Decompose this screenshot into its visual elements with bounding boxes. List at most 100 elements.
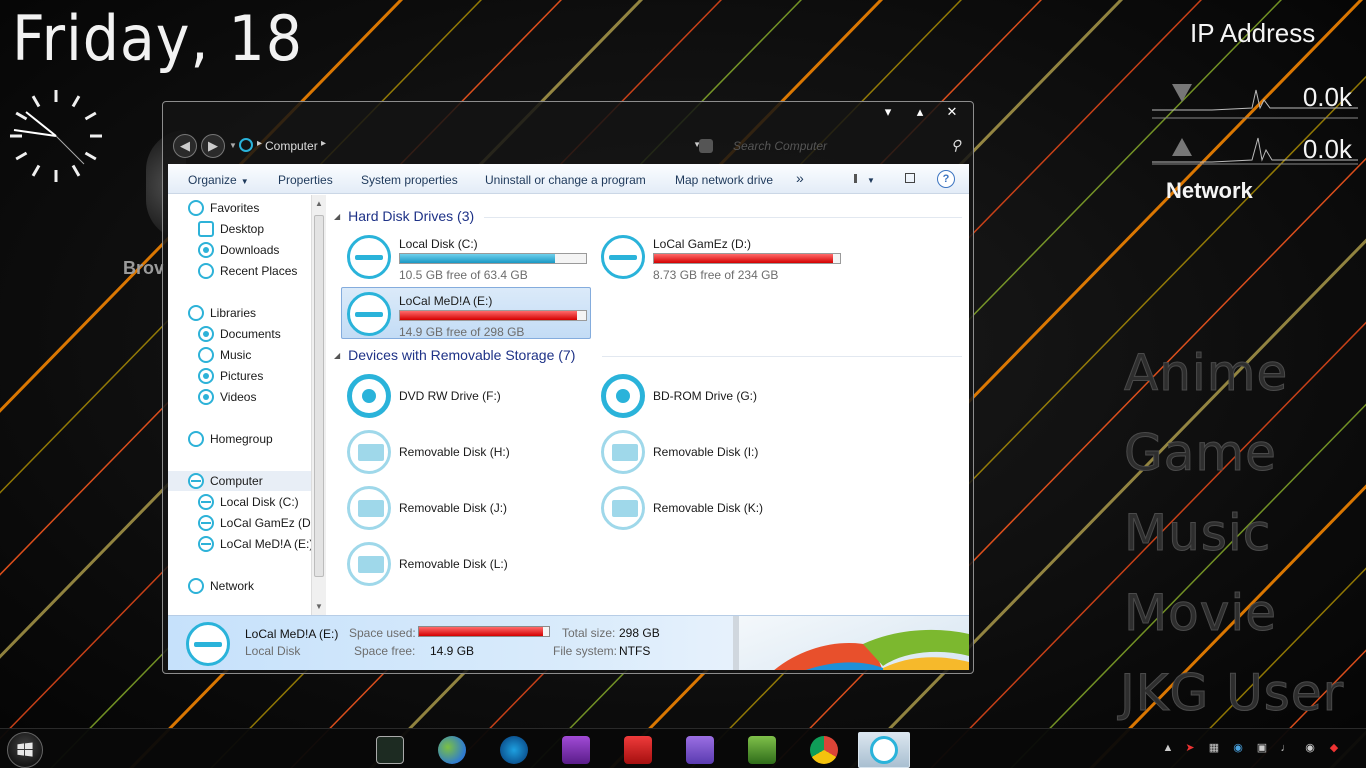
- action-center-icon[interactable]: ▦: [1208, 742, 1220, 754]
- drive-usage-bar: [653, 253, 841, 264]
- view-options-button[interactable]: ▼: [848, 172, 875, 186]
- upload-meter: 0.0k: [1152, 130, 1358, 174]
- refresh-icon[interactable]: [699, 139, 713, 153]
- nav-favorites[interactable]: Favorites: [188, 198, 259, 218]
- download-meter: 0.0k: [1152, 78, 1358, 122]
- properties-button[interactable]: Properties: [278, 173, 333, 187]
- ip-address-title: IP Address: [1190, 18, 1316, 48]
- collapse-icon[interactable]: ◢: [334, 351, 340, 360]
- taskbar-chrome[interactable]: [798, 732, 850, 768]
- nav-network[interactable]: Network: [188, 576, 254, 596]
- nav-downloads[interactable]: Downloads: [198, 240, 279, 260]
- search-input[interactable]: Search Computer ⚲: [695, 136, 965, 156]
- collapse-icon[interactable]: ◢: [334, 212, 340, 221]
- search-icon[interactable]: ⚲: [951, 137, 961, 154]
- forward-button[interactable]: ▶: [201, 134, 225, 158]
- scroll-down-icon[interactable]: ▼: [315, 602, 323, 611]
- hard-drive-icon: [186, 622, 230, 666]
- close-button[interactable]: ✕: [945, 104, 959, 120]
- scroll-thumb[interactable]: [314, 215, 324, 577]
- nav-drive-c[interactable]: Local Disk (C:): [198, 492, 299, 512]
- device-tile-k[interactable]: Removable Disk (K:): [596, 482, 846, 534]
- address-bar[interactable]: ▸ Computer ▸ ▼: [235, 136, 701, 156]
- show-hidden-icons-icon[interactable]: ▲: [1162, 742, 1174, 754]
- nav-drive-d[interactable]: LoCal GamEz (D:): [198, 513, 318, 533]
- device-name: Removable Disk (J:): [399, 501, 508, 515]
- uninstall-program-button[interactable]: Uninstall or change a program: [485, 173, 646, 187]
- nav-label: Local Disk (C:): [220, 495, 299, 509]
- nav-music[interactable]: Music: [198, 345, 251, 365]
- explorer-content: Organize ▼ Properties System properties U…: [168, 164, 969, 670]
- taskbar-px-player[interactable]: [550, 732, 602, 768]
- system-properties-button[interactable]: System properties: [361, 173, 458, 187]
- details-pane: LoCal MeD!A (E:) Local Disk Space used: …: [168, 615, 969, 670]
- breadcrumb-arrow-icon[interactable]: ▸: [321, 138, 326, 149]
- nav-recent-places[interactable]: Recent Places: [198, 261, 297, 281]
- scroll-up-icon[interactable]: ▲: [315, 199, 323, 208]
- nav-homegroup[interactable]: Homegroup: [188, 429, 273, 449]
- group-removable-storage[interactable]: ◢ Devices with Removable Storage (7): [334, 347, 575, 363]
- drive-free-space: 14.9 GB free of 298 GB: [399, 325, 525, 339]
- hard-drive-icon: [198, 536, 214, 552]
- device-tile-f[interactable]: DVD RW Drive (F:): [342, 370, 592, 422]
- volume-icon[interactable]: ♩: [1280, 742, 1292, 754]
- drive-name: Local Disk (C:): [399, 237, 478, 251]
- nav-videos[interactable]: Videos: [198, 387, 256, 407]
- taskbar-cpu-z[interactable]: [674, 732, 726, 768]
- more-commands-button[interactable]: »: [796, 170, 804, 186]
- group-hard-disk-drives[interactable]: ◢ Hard Disk Drives (3): [334, 208, 474, 224]
- nav-libraries[interactable]: Libraries: [188, 303, 256, 323]
- water-drop-icon[interactable]: ◉: [1304, 742, 1316, 754]
- help-button[interactable]: ?: [937, 170, 955, 188]
- map-network-drive-button[interactable]: Map network drive: [675, 173, 773, 187]
- nav-pictures[interactable]: Pictures: [198, 366, 263, 386]
- device-tile-h[interactable]: Removable Disk (H:): [342, 426, 592, 478]
- device-tile-g[interactable]: BD-ROM Drive (G:): [596, 370, 846, 422]
- tray-network-app-icon[interactable]: ◉: [1232, 742, 1244, 754]
- view-icon: [848, 174, 857, 183]
- breadcrumb-arrow-icon[interactable]: ▸: [257, 138, 262, 149]
- nav-label: Music: [220, 348, 252, 362]
- preview-pane-icon: [905, 173, 915, 183]
- nav-drive-e[interactable]: LoCal MeD!A (E:): [198, 534, 313, 554]
- space-free-label: Space free:: [354, 644, 416, 658]
- minimize-button[interactable]: ▾: [881, 104, 895, 120]
- device-tile-j[interactable]: Removable Disk (J:): [342, 482, 592, 534]
- drive-tile-e[interactable]: LoCal MeD!A (E:) 14.9 GB free of 298 GB: [341, 287, 591, 339]
- desktop-shortcut-music[interactable]: Music: [1123, 504, 1271, 563]
- device-tile-i[interactable]: Removable Disk (I:): [596, 426, 846, 478]
- space-free-value: 14.9 GB: [430, 644, 475, 658]
- network-status-icon[interactable]: ▣: [1256, 742, 1268, 754]
- desktop-shortcut-jkg-user[interactable]: JKG User: [1119, 664, 1344, 723]
- taskbar-resource-monitor[interactable]: [364, 732, 416, 768]
- tray-app-icon[interactable]: ➤: [1184, 742, 1196, 754]
- navigation-pane: Favorites Desktop Downloads Recent Place…: [168, 195, 318, 615]
- breadcrumb-computer[interactable]: Computer: [265, 139, 318, 153]
- start-button[interactable]: [7, 732, 43, 768]
- preview-pane-button[interactable]: [905, 172, 915, 186]
- network-icon: [188, 578, 204, 594]
- nav-documents[interactable]: Documents: [198, 324, 281, 344]
- maximize-button[interactable]: ▴: [913, 104, 927, 120]
- tray-shield-icon[interactable]: ◆: [1328, 742, 1340, 754]
- desktop-shortcut-game[interactable]: Game: [1124, 424, 1277, 483]
- nav-scrollbar[interactable]: ▲ ▼: [311, 195, 326, 615]
- taskbar-flash[interactable]: [612, 732, 664, 768]
- nav-desktop[interactable]: Desktop: [198, 219, 264, 239]
- organize-button[interactable]: Organize ▼: [188, 173, 249, 187]
- drive-tile-d[interactable]: LoCal GamEz (D:) 8.73 GB free of 234 GB: [596, 231, 846, 283]
- clock-tick: [84, 111, 97, 121]
- nav-label: LoCal GamEz (D:): [220, 516, 319, 530]
- back-button[interactable]: ◀: [173, 134, 197, 158]
- device-name: Removable Disk (K:): [653, 501, 764, 515]
- taskbar-gpu-tool[interactable]: [736, 732, 788, 768]
- taskbar-messenger[interactable]: [426, 732, 478, 768]
- taskbar-media-player[interactable]: [488, 732, 540, 768]
- desktop-shortcut-movie[interactable]: Movie: [1124, 584, 1277, 643]
- device-tile-l[interactable]: Removable Disk (L:): [342, 538, 592, 590]
- device-name: Removable Disk (H:): [399, 445, 510, 459]
- desktop-shortcut-anime[interactable]: Anime: [1123, 344, 1288, 403]
- nav-computer[interactable]: Computer: [168, 471, 311, 491]
- taskbar-explorer[interactable]: [858, 732, 910, 768]
- drive-tile-c[interactable]: Local Disk (C:) 10.5 GB free of 63.4 GB: [342, 231, 592, 283]
